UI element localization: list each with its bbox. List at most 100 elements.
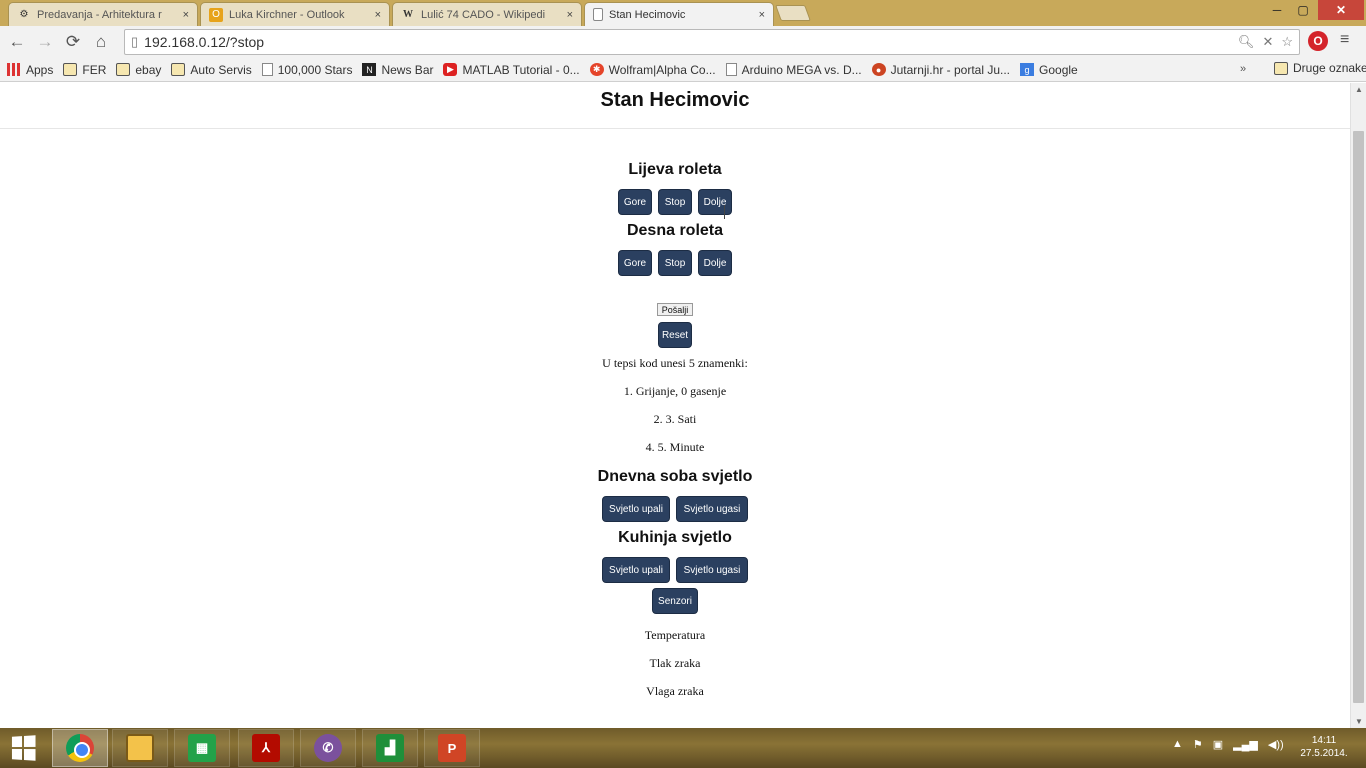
- living-room-light-off-button[interactable]: Svjetlo ugasi: [676, 496, 748, 522]
- system-tray: ▲ ⚑ ▣ ▂▄▆ ◀)): [1172, 738, 1284, 751]
- bookmark-wolfram[interactable]: ✱ Wolfram|Alpha Co...: [589, 63, 716, 77]
- forward-button[interactable]: →: [31, 28, 59, 56]
- scrollbar-thumb[interactable]: [1353, 131, 1364, 703]
- address-bar[interactable]: ▯ 🔍︎ ✕ ☆: [124, 29, 1300, 55]
- home-button[interactable]: ⌂: [87, 28, 115, 56]
- kitchen-light-on-button[interactable]: Svjetlo upali: [602, 557, 670, 583]
- bookmark-label: Google: [1039, 62, 1078, 77]
- network-icon[interactable]: ▣: [1213, 738, 1223, 751]
- taskbar-viber[interactable]: ✆: [300, 729, 356, 767]
- clock[interactable]: 14:11 27.5.2014.: [1296, 734, 1352, 760]
- start-button[interactable]: [6, 734, 40, 762]
- page-viewport: Stan Hecimovic Lijeva roleta Gore Stop D…: [0, 83, 1350, 728]
- left-blind-controls: Gore Stop Dolje: [0, 189, 1350, 215]
- folder-icon: [116, 63, 131, 76]
- close-window-button[interactable]: ✕: [1318, 0, 1364, 20]
- store-icon: ▦: [188, 734, 216, 762]
- tab-strip: ⚙ Predavanja - Arhitektura r × O Luka Ki…: [0, 0, 1366, 26]
- star-icon[interactable]: ☆: [1281, 34, 1293, 50]
- sensors-button[interactable]: Senzori: [652, 588, 698, 614]
- kitchen-light-controls: Svjetlo upali Svjetlo ugasi: [0, 557, 1350, 583]
- maximize-button[interactable]: ▢: [1288, 0, 1318, 20]
- right-blind-up-button[interactable]: Gore: [618, 250, 652, 276]
- signal-icon[interactable]: ▂▄▆: [1233, 738, 1258, 751]
- close-icon[interactable]: ×: [567, 9, 573, 21]
- close-icon[interactable]: ×: [759, 9, 765, 21]
- living-room-light-on-button[interactable]: Svjetlo upali: [602, 496, 670, 522]
- speaker-icon[interactable]: ◀)): [1268, 738, 1284, 751]
- taskbar-chrome[interactable]: [52, 729, 108, 767]
- info-line: 2. 3. Sati: [653, 412, 697, 426]
- reload-button[interactable]: ⟳: [59, 28, 87, 56]
- bookmark-jutarnji[interactable]: ● Jutarnji.hr - portal Ju...: [871, 63, 1010, 77]
- bookmark-auto-servis[interactable]: Auto Servis: [171, 62, 252, 77]
- bookmark-fer[interactable]: FER: [63, 63, 106, 77]
- powerpoint-icon: P: [438, 734, 466, 762]
- tab-stan-hecimovic[interactable]: Stan Hecimovic ×: [584, 2, 774, 26]
- tab-predavanja[interactable]: ⚙ Predavanja - Arhitektura r ×: [8, 2, 198, 26]
- page-icon: ▯: [131, 34, 139, 49]
- extension-icon[interactable]: O: [1308, 31, 1328, 51]
- tab-title: Predavanja - Arhitektura r: [37, 8, 162, 21]
- bookmark-100000-stars[interactable]: 100,000 Stars: [261, 63, 352, 77]
- tab-title: Luka Kirchner - Outlook: [229, 8, 345, 21]
- clear-icon[interactable]: ✕: [1262, 34, 1273, 50]
- taskbar-chart-app[interactable]: ▟: [362, 729, 418, 767]
- close-icon[interactable]: ×: [183, 9, 189, 21]
- apps-icon: [7, 63, 21, 76]
- bookmark-label: Auto Servis: [190, 62, 252, 77]
- folder-icon: [1274, 61, 1288, 75]
- taskbar-powerpoint[interactable]: P: [424, 729, 480, 767]
- right-blind-down-button[interactable]: Dolje: [698, 250, 732, 276]
- more-bookmarks-icon[interactable]: »: [1240, 63, 1246, 75]
- bookmark-news-bar[interactable]: N News Bar: [362, 63, 433, 77]
- new-tab-button[interactable]: [775, 5, 811, 21]
- menu-icon[interactable]: ≡: [1340, 31, 1349, 49]
- taskbar-file-explorer[interactable]: [112, 729, 168, 767]
- bookmark-label: FER: [82, 62, 107, 77]
- chevron-up-icon[interactable]: ▲: [1172, 738, 1183, 751]
- page-icon: [261, 63, 273, 76]
- outlook-icon: O: [209, 7, 223, 22]
- info-line: 1. Grijanje, 0 gasenje: [623, 384, 727, 398]
- kitchen-light-title: Kuhinja svjetlo: [618, 529, 732, 546]
- bookmark-other[interactable]: Druge oznake: [1274, 61, 1366, 75]
- right-blind-title: Desna roleta: [626, 222, 724, 239]
- bookmark-google[interactable]: g Google: [1020, 63, 1078, 77]
- windows-icon: [11, 735, 36, 761]
- back-button[interactable]: ←: [3, 28, 31, 56]
- url-input[interactable]: [144, 34, 1238, 50]
- bookmark-arduino[interactable]: Arduino MEGA vs. D...: [725, 63, 862, 77]
- right-blind-controls: Gore Stop Dolje: [0, 250, 1350, 276]
- page-scrollbar[interactable]: ▲ ▼: [1350, 83, 1366, 728]
- google-icon: g: [1020, 63, 1035, 76]
- code-input[interactable]: [657, 303, 693, 316]
- search-icon[interactable]: 🔍︎: [1238, 34, 1255, 50]
- browser-toolbar: ← → ⟳ ⌂ ▯ 🔍︎ ✕ ☆ O ≡: [0, 26, 1366, 58]
- kitchen-light-off-button[interactable]: Svjetlo ugasi: [676, 557, 748, 583]
- flag-icon[interactable]: ⚑: [1193, 738, 1203, 751]
- scroll-down-icon[interactable]: ▼: [1355, 717, 1363, 726]
- left-blind-stop-button[interactable]: Stop: [658, 189, 692, 215]
- right-blind-stop-button[interactable]: Stop: [658, 250, 692, 276]
- taskbar-acrobat[interactable]: ⅄: [238, 729, 294, 767]
- bookmark-ebay[interactable]: ebay: [116, 63, 161, 77]
- left-blind-up-button[interactable]: Gore: [618, 189, 652, 215]
- home-icon: ⌂: [95, 32, 107, 51]
- taskbar-store[interactable]: ▦: [174, 729, 230, 767]
- record-icon: ●: [871, 63, 886, 76]
- chart-icon: ▟: [376, 734, 404, 762]
- left-blind-down-button[interactable]: Dolje: [698, 189, 732, 215]
- bookmark-matlab[interactable]: ▶ MATLAB Tutorial - 0...: [443, 63, 580, 77]
- close-icon[interactable]: ×: [375, 9, 381, 21]
- tab-outlook[interactable]: O Luka Kirchner - Outlook ×: [200, 2, 390, 26]
- scroll-up-icon[interactable]: ▲: [1355, 85, 1363, 94]
- page-title: Stan Hecimovic: [600, 89, 750, 111]
- info-line: U tepsi kod unesi 5 znamenki:: [602, 356, 748, 370]
- tab-wikipedia[interactable]: W Lulić 74 CADO - Wikipedi ×: [392, 2, 582, 26]
- bookmark-label: News Bar: [381, 62, 434, 77]
- wikipedia-icon: W: [403, 9, 413, 20]
- bookmark-label: Apps: [26, 62, 54, 77]
- bookmark-apps[interactable]: Apps: [7, 63, 53, 77]
- reset-button[interactable]: Reset: [658, 322, 692, 348]
